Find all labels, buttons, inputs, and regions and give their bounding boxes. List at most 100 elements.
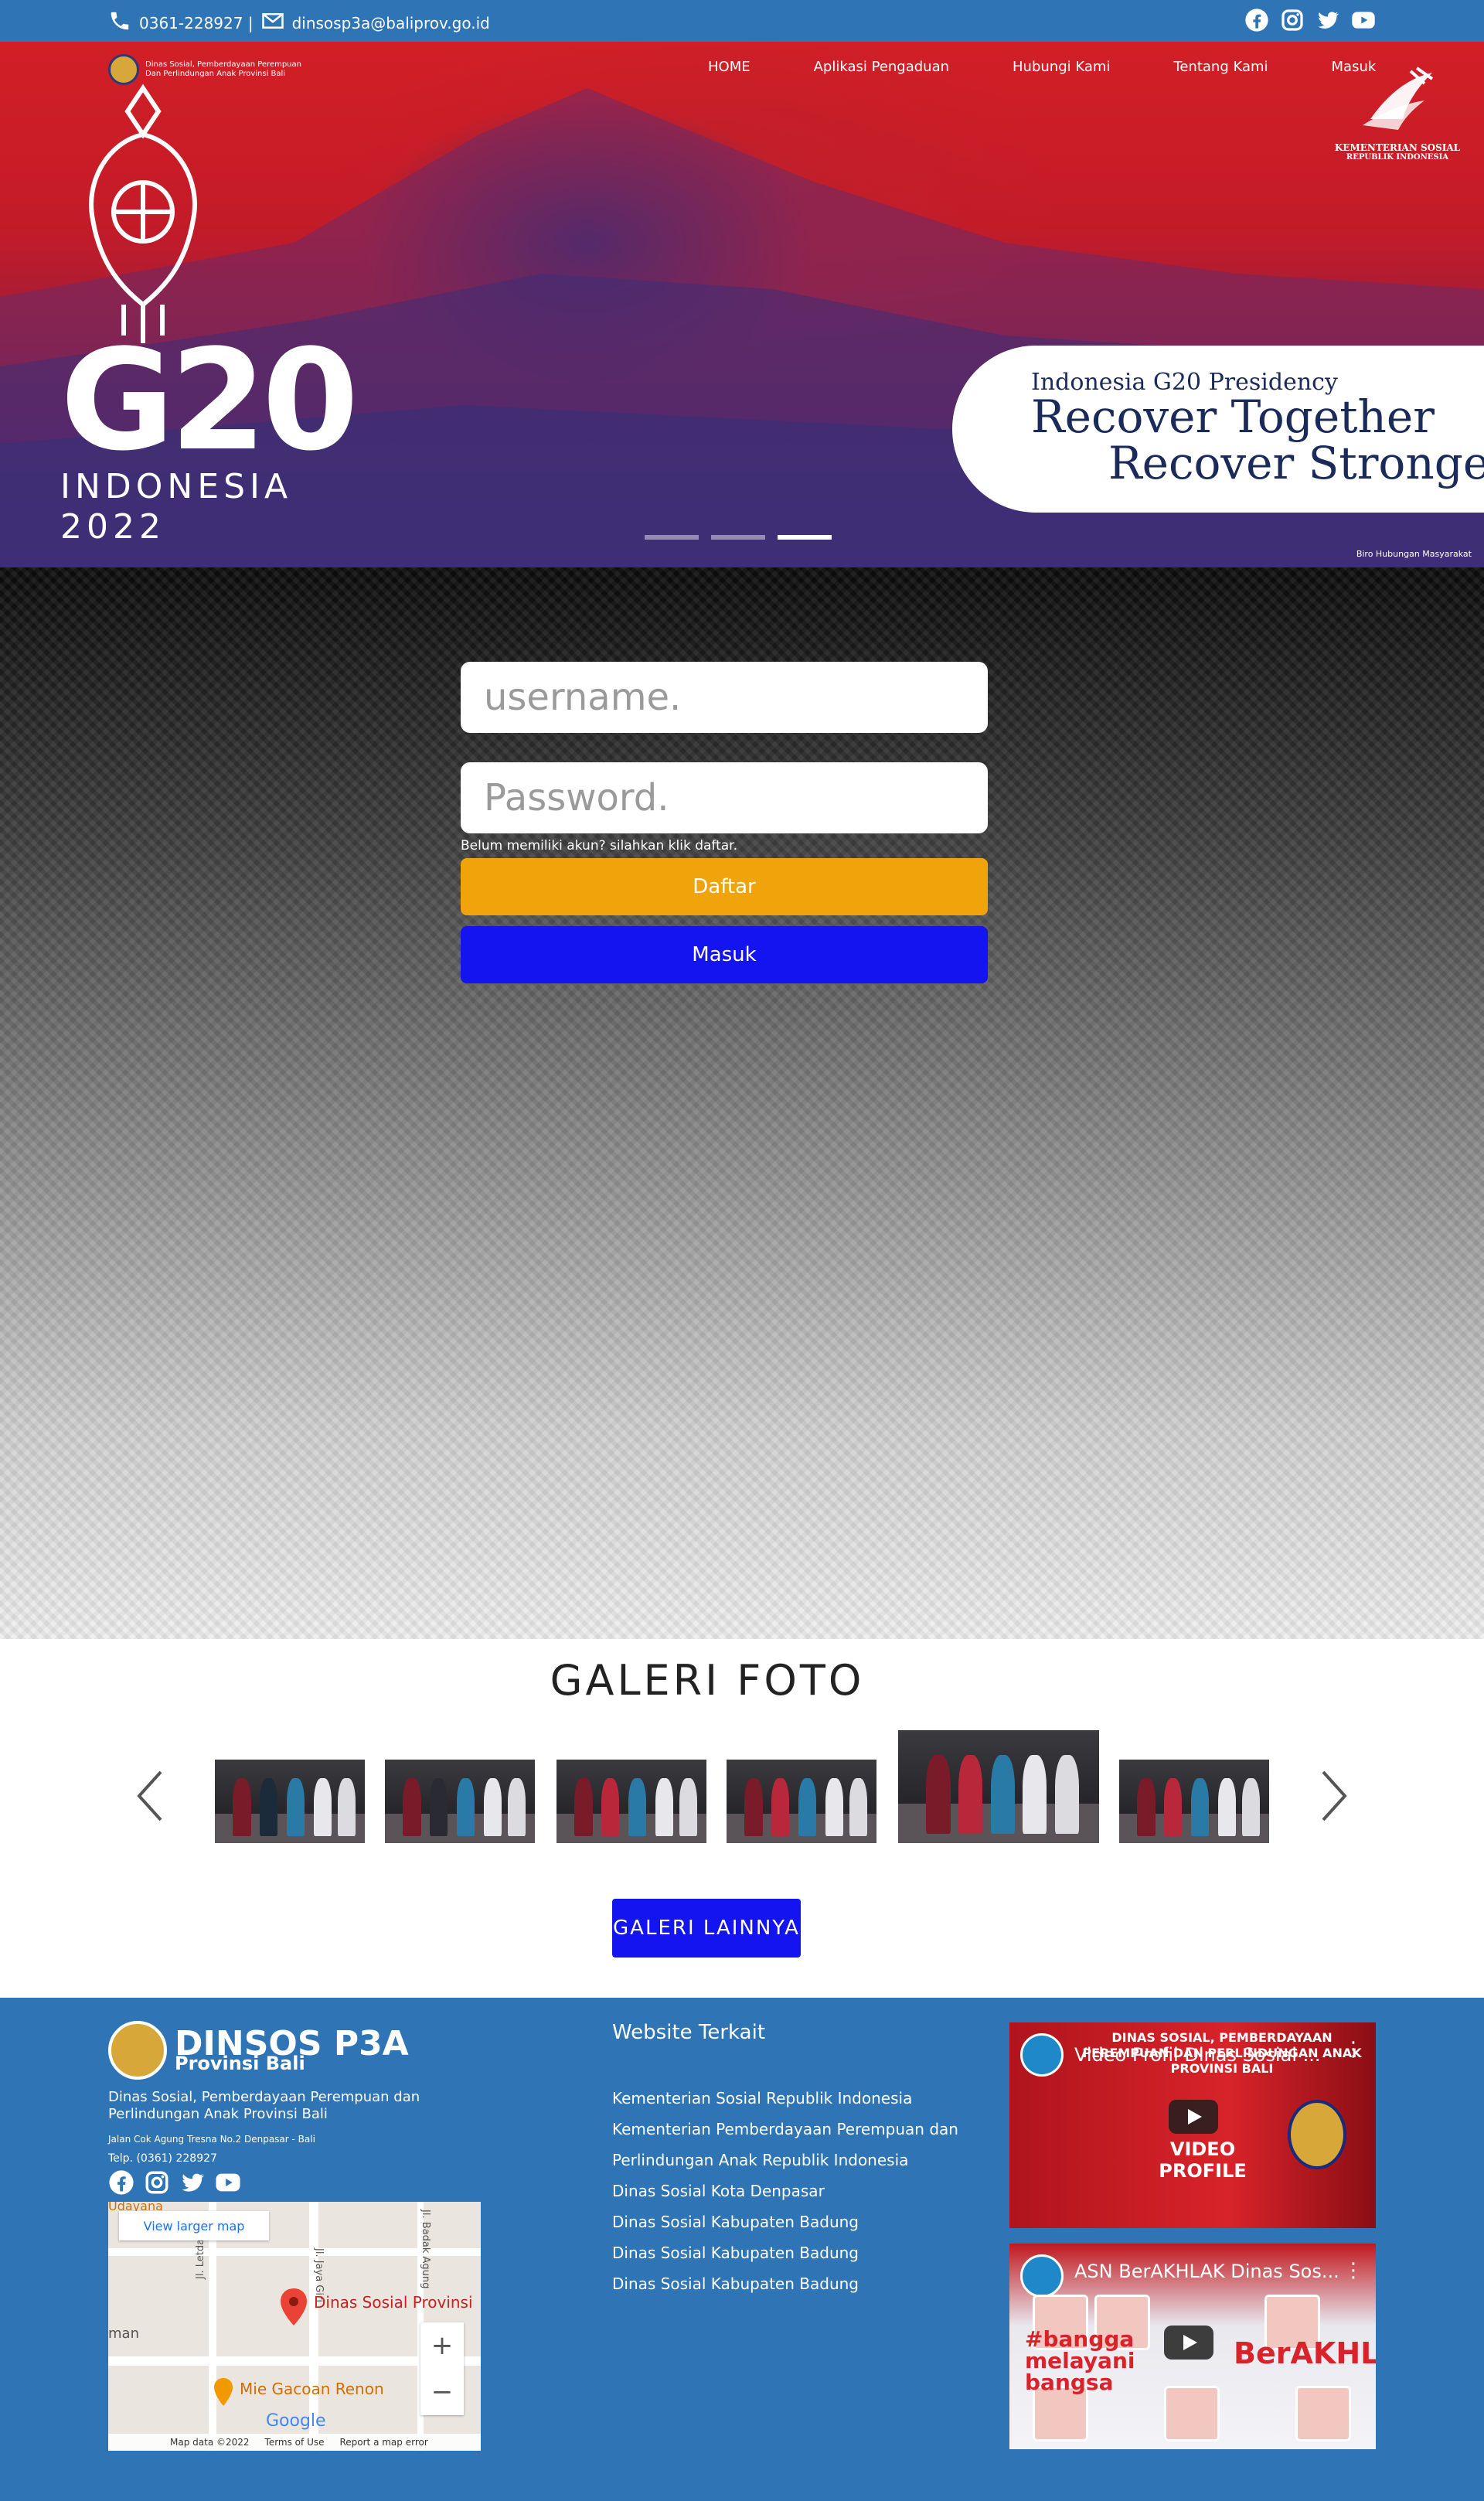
footer-address-block: Jalan Cok Agung Tresna No.2 Denpasar - B… <box>108 2129 315 2168</box>
more-options-icon[interactable]: ⋮ <box>1343 2038 1363 2061</box>
map-area-label: man <box>108 2326 139 2342</box>
facebook-icon[interactable] <box>1244 8 1269 32</box>
map-pin-icon[interactable] <box>278 2287 309 2327</box>
gallery-next-button[interactable] <box>1319 1769 1350 1823</box>
nav-aplikasi-pengaduan[interactable]: Aplikasi Pengaduan <box>814 59 949 75</box>
related-websites-heading: Website Terkait <box>612 2021 766 2044</box>
bali-emblem-icon <box>1288 2100 1346 2169</box>
register-hint: Belum memiliki akun? silahkan klik dafta… <box>461 838 738 854</box>
google-logo: Google <box>266 2411 326 2431</box>
g20-title: G20 <box>60 320 359 482</box>
map-terms-link[interactable]: Terms of Use <box>265 2437 325 2448</box>
nav-hubungi-kami[interactable]: Hubungi Kami <box>1013 59 1110 75</box>
video-title[interactable]: ASN BerAKHLAK Dinas Sos... <box>1074 2261 1339 2282</box>
gallery-photo[interactable] <box>385 1760 535 1843</box>
logo-text-line2: Dan Perlindungan Anak Provinsi Bali <box>145 70 286 78</box>
footer-phone: Telp. (0361) 228927 <box>108 2152 217 2165</box>
partner-line1: KEMENTERIAN SOSIAL <box>1334 142 1461 153</box>
chevron-left-icon <box>137 1770 162 1821</box>
map-data-text: Map data ©2022 <box>170 2437 250 2448</box>
gallery-photo[interactable] <box>556 1760 706 1843</box>
play-icon[interactable] <box>1164 2326 1213 2360</box>
register-button[interactable]: Daftar <box>461 858 988 915</box>
social-links <box>1244 8 1376 32</box>
slogan-panel: Indonesia G20 Presidency Recover Togethe… <box>952 346 1484 513</box>
kemensos-logo: KEMENTERIAN SOSIAL REPUBLIK INDONESIA <box>1328 65 1467 162</box>
slogan-line1: Recover Together <box>1031 390 1435 443</box>
embedded-map[interactable]: Udayana man Jl. Letda Jl. Jaya Giri Jl. … <box>108 2202 481 2451</box>
gallery-photo[interactable] <box>215 1760 365 1843</box>
contact-info: 0361-228927 | dinsosp3a@baliprov.go.id <box>108 9 490 36</box>
map-place-label: Mie Gacoan Renon <box>240 2380 384 2398</box>
email-icon <box>261 9 284 36</box>
youtube-icon[interactable] <box>1351 8 1376 32</box>
channel-avatar[interactable] <box>1020 2254 1064 2298</box>
video-embed-profile[interactable]: DINAS SOSIAL, PEMBERDAYAAN PEREMPUAN DAN… <box>1009 2022 1376 2228</box>
carousel-indicator[interactable] <box>711 535 765 540</box>
carousel-indicator-active[interactable] <box>778 535 832 540</box>
chevron-right-icon <box>1322 1770 1347 1821</box>
login-button[interactable]: Masuk <box>461 926 988 983</box>
nav-home[interactable]: HOME <box>708 59 751 75</box>
related-site-link[interactable]: Dinas Sosial Kabupaten Badung <box>612 2237 983 2268</box>
photo-gallery: GALERI FOTO GALERI LAINNYA <box>0 1639 1484 1998</box>
phone-number: 0361-228927 | <box>139 13 254 32</box>
video-berakhlak-label: BerAKHLAK <box>1234 2336 1376 2370</box>
login-section: Belum memiliki akun? silahkan klik dafta… <box>0 567 1484 1639</box>
map-zoom-in-button[interactable]: + <box>431 2330 454 2361</box>
related-site-link[interactable]: Kementerian Sosial Republik Indonesia <box>612 2083 983 2114</box>
channel-avatar[interactable] <box>1020 2033 1064 2077</box>
gallery-prev-button[interactable] <box>134 1769 165 1823</box>
password-input[interactable] <box>461 762 988 833</box>
hero-carousel[interactable]: Dinas Sosial, Pemberdayaan Perempuan Dan… <box>0 42 1484 567</box>
slogan-line2: Recover Stronger <box>1108 437 1484 489</box>
gallery-photo[interactable] <box>1119 1760 1269 1843</box>
g20-year: 2022 <box>60 507 165 547</box>
map-zoom-out-button[interactable]: − <box>431 2377 454 2407</box>
play-icon[interactable] <box>1169 2100 1218 2134</box>
map-zoom-control: + − <box>420 2322 464 2415</box>
youtube-icon[interactable] <box>215 2169 241 2196</box>
instagram-icon[interactable] <box>1280 8 1305 32</box>
kemensos-emblem-icon <box>1363 66 1434 130</box>
footer: DINSOS P3A Provinsi Bali Dinas Sosial, P… <box>0 1998 1484 2501</box>
phone-icon <box>108 9 131 36</box>
twitter-icon[interactable] <box>1316 8 1340 32</box>
related-site-link[interactable]: Dinas Sosial Kabupaten Badung <box>612 2206 983 2237</box>
footer-description: Dinas Sosial, Pemberdayaan Perempuan dan… <box>108 2089 420 2122</box>
nav-tentang-kami[interactable]: Tentang Kami <box>1173 59 1268 75</box>
related-site-link[interactable]: Perlindungan Anak Republik Indonesia <box>612 2145 983 2176</box>
related-site-link[interactable]: Kementerian Pemberdayaan Perempuan dan <box>612 2114 983 2145</box>
carousel-indicator[interactable] <box>645 535 699 540</box>
instagram-icon[interactable] <box>144 2169 170 2196</box>
footer-social-links <box>108 2169 241 2196</box>
restaurant-pin-icon[interactable] <box>212 2377 235 2407</box>
map-report-link[interactable]: Report a map error <box>339 2437 427 2448</box>
map-street-label: Jl. Badak Agung <box>420 2210 431 2289</box>
bali-emblem-icon <box>108 2021 167 2080</box>
gallery-photo[interactable] <box>727 1760 876 1843</box>
related-websites: Website Terkait Kementerian Sosial Repub… <box>612 2021 983 2299</box>
hero-credit: Biro Hubungan Masyarakat <box>1356 549 1472 559</box>
more-options-icon[interactable]: ⋮ <box>1343 2259 1363 2282</box>
footer-address: Jalan Cok Agung Tresna No.2 Denpasar - B… <box>108 2134 315 2145</box>
facebook-icon[interactable] <box>108 2169 134 2196</box>
gallery-photo-active[interactable] <box>898 1730 1099 1843</box>
related-site-link[interactable]: Dinas Sosial Kota Denpasar <box>612 2176 983 2206</box>
view-larger-map-link[interactable]: View larger map <box>119 2211 269 2240</box>
top-bar: 0361-228927 | dinsosp3a@baliprov.go.id <box>0 0 1484 42</box>
video-title[interactable]: Video Profil Dinas Sosial ... <box>1074 2044 1321 2066</box>
main-nav: HOME Aplikasi Pengaduan Hubungi Kami Ten… <box>708 59 1376 75</box>
footer-brand[interactable]: DINSOS P3A Provinsi Bali <box>108 2021 409 2080</box>
more-gallery-button[interactable]: GALERI LAINNYA <box>612 1899 801 1958</box>
logo-text-line1: Dinas Sosial, Pemberdayaan Perempuan <box>145 60 301 69</box>
map-attribution: Map data ©2022 Terms of Use Report a map… <box>108 2434 481 2451</box>
email-link[interactable]: dinsosp3a@baliprov.go.id <box>292 14 490 32</box>
gallery-title: GALERI FOTO <box>550 1656 865 1705</box>
related-site-link[interactable]: Dinas Sosial Kabupaten Badung <box>612 2268 983 2299</box>
username-input[interactable] <box>461 662 988 733</box>
twitter-icon[interactable] <box>179 2169 206 2196</box>
map-place-label: Dinas Sosial Provinsi <box>314 2293 473 2312</box>
video-embed-berakhlak[interactable]: ASN BerAKHLAK Dinas Sos... ⋮ #bangga mel… <box>1009 2244 1376 2449</box>
video-hashtag: #bangga melayani bangsa <box>1025 2326 1135 2395</box>
